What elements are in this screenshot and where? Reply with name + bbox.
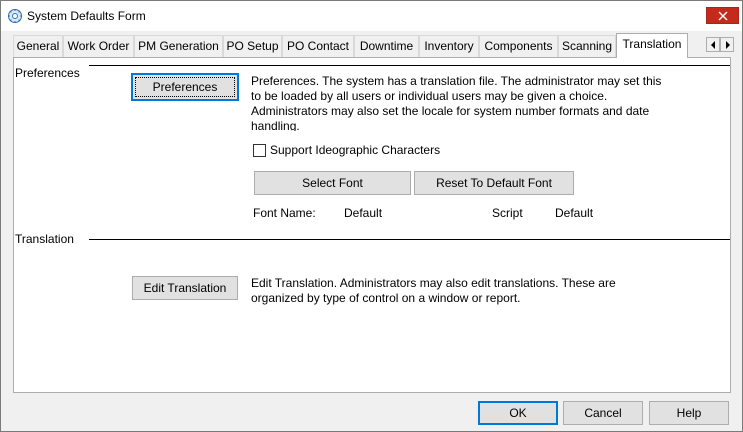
support-ideographic-label[interactable]: Support Ideographic Characters (270, 143, 440, 157)
tab-scanning[interactable]: Scanning (558, 35, 616, 57)
chevron-right-icon (726, 41, 730, 49)
tab-components[interactable]: Components (479, 35, 558, 57)
preferences-divider (89, 65, 730, 66)
edit-translation-description: Edit Translation. Administrators may als… (251, 276, 616, 305)
tab-scroll-right-button[interactable] (720, 37, 734, 52)
chevron-left-icon (711, 41, 715, 49)
tab-downtime[interactable]: Downtime (354, 35, 419, 57)
reset-default-font-button[interactable]: Reset To Default Font (414, 171, 574, 195)
tab-po-setup[interactable]: PO Setup (223, 35, 282, 57)
translation-section-label: Translation (15, 232, 74, 246)
tab-inventory[interactable]: Inventory (419, 35, 479, 57)
support-ideographic-checkbox[interactable] (253, 144, 266, 157)
preferences-description: Preferences. The system has a translatio… (251, 74, 662, 131)
font-name-value: Default (344, 206, 383, 220)
window-title: System Defaults Form (27, 9, 146, 23)
tab-translation[interactable]: Translation (616, 33, 688, 58)
tab-pm-generation[interactable]: PM Generation (134, 35, 223, 57)
select-font-button[interactable]: Select Font (254, 171, 411, 195)
font-name-label: Font Name: (253, 206, 316, 220)
tab-scroll-left-button[interactable] (706, 37, 720, 52)
tab-work-order[interactable]: Work Order (63, 35, 134, 57)
cancel-button[interactable]: Cancel (563, 401, 643, 425)
close-icon (718, 11, 728, 21)
preferences-section-label: Preferences (15, 66, 80, 80)
script-label: Script (492, 206, 523, 220)
preferences-button[interactable]: Preferences (131, 73, 239, 101)
ok-button[interactable]: OK (478, 401, 558, 425)
title-bar[interactable]: System Defaults Form (1, 1, 742, 31)
tab-general[interactable]: General (13, 35, 63, 57)
app-gear-icon (8, 9, 22, 23)
tab-po-contact[interactable]: PO Contact (282, 35, 354, 57)
system-defaults-window: System Defaults Form General Work Order … (0, 0, 743, 432)
script-value: Default (555, 206, 594, 220)
window-close-button[interactable] (706, 7, 739, 24)
translation-divider (89, 239, 730, 240)
edit-translation-button[interactable]: Edit Translation (132, 276, 238, 300)
help-button[interactable]: Help (649, 401, 729, 425)
